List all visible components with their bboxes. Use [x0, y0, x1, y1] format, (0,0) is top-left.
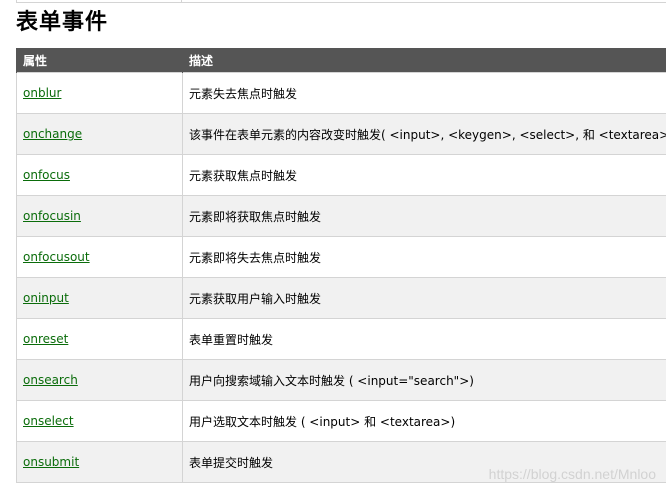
attr-cell: onselect	[16, 400, 183, 442]
attr-cell: oninput	[16, 277, 183, 319]
event-link-onfocusout[interactable]: onfocusout	[23, 250, 90, 264]
table-row: onchange 该事件在表单元素的内容改变时触发( <input>, <key…	[16, 113, 666, 155]
events-table: 属性 描述 onblur 元素失去焦点时触发 onchange 该事件在表单元素…	[16, 48, 666, 483]
event-link-onsubmit[interactable]: onsubmit	[23, 455, 79, 469]
table-row: onfocusin 元素即将获取焦点时触发	[16, 195, 666, 237]
previous-table-border-left	[16, 0, 17, 3]
desc-cell: 元素失去焦点时触发	[182, 72, 666, 114]
event-link-oninput[interactable]: oninput	[23, 291, 69, 305]
event-link-onblur[interactable]: onblur	[23, 86, 61, 100]
attr-cell: onfocus	[16, 154, 183, 196]
section-title: 表单事件	[16, 10, 109, 35]
attr-cell: onblur	[16, 72, 183, 114]
event-link-onreset[interactable]: onreset	[23, 332, 68, 346]
table-header-row: 属性 描述	[16, 48, 666, 73]
attr-cell: onsearch	[16, 359, 183, 401]
desc-cell: 元素即将失去焦点时触发	[182, 236, 666, 278]
attr-cell: onfocusin	[16, 195, 183, 237]
desc-cell: 元素获取用户输入时触发	[182, 277, 666, 319]
desc-cell: 元素获取焦点时触发	[182, 154, 666, 196]
desc-cell: 用户选取文本时触发 ( <input> 和 <textarea>)	[182, 400, 666, 442]
desc-cell: 该事件在表单元素的内容改变时触发( <input>, <keygen>, <se…	[182, 113, 666, 155]
header-description: 描述	[182, 48, 666, 73]
event-link-onsearch[interactable]: onsearch	[23, 373, 78, 387]
attr-cell: onchange	[16, 113, 183, 155]
desc-cell: 表单重置时触发	[182, 318, 666, 360]
attr-cell: onfocusout	[16, 236, 183, 278]
attr-cell: onsubmit	[16, 441, 183, 483]
table-row: onblur 元素失去焦点时触发	[16, 72, 666, 114]
header-attribute: 属性	[16, 48, 183, 73]
table-row: onreset 表单重置时触发	[16, 318, 666, 360]
event-link-onselect[interactable]: onselect	[23, 414, 74, 428]
table-row: onsearch 用户向搜索域输入文本时触发 ( <input="search"…	[16, 359, 666, 401]
table-row: onfocus 元素获取焦点时触发	[16, 154, 666, 196]
desc-cell: 元素即将获取焦点时触发	[182, 195, 666, 237]
desc-cell: 用户向搜索域输入文本时触发 ( <input="search">)	[182, 359, 666, 401]
attr-cell: onreset	[16, 318, 183, 360]
page: 表单事件 属性 描述 onblur 元素失去焦点时触发 onchange 该事件…	[0, 0, 666, 491]
event-link-onfocus[interactable]: onfocus	[23, 168, 70, 182]
event-link-onchange[interactable]: onchange	[23, 127, 82, 141]
previous-table-border-mid	[181, 0, 182, 3]
table-row: onselect 用户选取文本时触发 ( <input> 和 <textarea…	[16, 400, 666, 442]
table-row: onfocusout 元素即将失去焦点时触发	[16, 236, 666, 278]
event-link-onfocusin[interactable]: onfocusin	[23, 209, 81, 223]
watermark: https://blog.csdn.net/Mnloo	[488, 466, 656, 482]
previous-table-edge	[16, 0, 666, 3]
table-row: oninput 元素获取用户输入时触发	[16, 277, 666, 319]
